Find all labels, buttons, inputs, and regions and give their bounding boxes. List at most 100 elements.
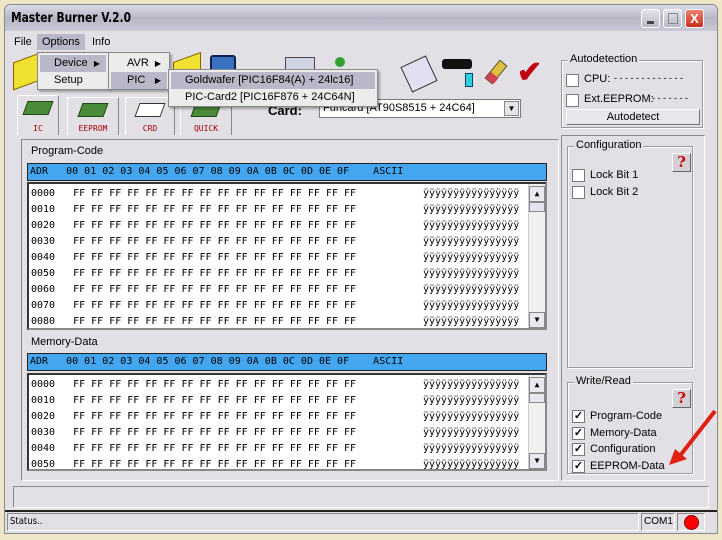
autodetect-button[interactable]: Autodetect <box>566 109 700 125</box>
row-ascii: ÿÿÿÿÿÿÿÿÿÿÿÿÿÿÿÿ <box>423 395 520 406</box>
menu-item-avr[interactable]: AVR ▶ <box>111 55 167 72</box>
title-bar: Master Burner V.2.0 X <box>5 5 717 31</box>
table-row[interactable]: 0030 FF FF FF FF FF FF FF FF FF FF FF FF … <box>31 234 519 250</box>
write-read-label: Program-Code <box>590 410 663 422</box>
chip-icon[interactable] <box>442 59 472 69</box>
row-bytes: FF FF FF FF FF FF FF FF FF FF FF FF FF F… <box>73 427 357 438</box>
row-address: 0070 <box>31 300 56 311</box>
table-row[interactable]: 0080 FF FF FF FF FF FF FF FF FF FF FF FF … <box>31 314 519 328</box>
row-bytes: FF FF FF FF FF FF FF FF FF FF FF FF FF F… <box>73 379 357 390</box>
menu-file[interactable]: File <box>9 34 37 50</box>
menu-item-setup[interactable]: Setup <box>40 72 106 89</box>
port-pane: COM1 <box>641 513 675 531</box>
program-code-header: ADR 00 01 02 03 04 05 06 07 08 09 0A 0B … <box>27 163 547 181</box>
table-row[interactable]: 0050 FF FF FF FF FF FF FF FF FF FF FF FF … <box>31 266 519 282</box>
table-row[interactable]: 0050 FF FF FF FF FF FF FF FF FF FF FF FF … <box>31 457 519 469</box>
transfer-icon[interactable] <box>465 73 473 87</box>
program-code-grid[interactable]: 0080 FF FF FF FF FF FF FF FF FF FF FF FF … <box>27 182 547 330</box>
row-bytes: FF FF FF FF FF FF FF FF FF FF FF FF FF F… <box>73 204 357 215</box>
window-title: Master Burner V.2.0 <box>11 11 132 26</box>
chevron-down-icon[interactable]: ▼ <box>504 101 519 116</box>
row-ascii: ÿÿÿÿÿÿÿÿÿÿÿÿÿÿÿÿ <box>423 459 520 470</box>
table-row[interactable]: 0020 FF FF FF FF FF FF FF FF FF FF FF FF … <box>31 218 519 234</box>
memory-data-title: Memory-Data <box>31 336 98 348</box>
write-read-checkbox[interactable]: ✓ <box>572 426 585 440</box>
row-ascii: ÿÿÿÿÿÿÿÿÿÿÿÿÿÿÿÿ <box>423 316 520 327</box>
configuration-title: Configuration <box>574 139 644 151</box>
row-bytes: FF FF FF FF FF FF FF FF FF FF FF FF FF F… <box>73 443 357 454</box>
table-row[interactable]: 0060 FF FF FF FF FF FF FF FF FF FF FF FF … <box>31 282 519 298</box>
table-row[interactable]: 0040 FF FF FF FF FF FF FF FF FF FF FF FF … <box>31 250 519 266</box>
menu-item-device[interactable]: Device ▶ <box>40 55 106 72</box>
write-read-label: EEPROM-Data <box>590 459 665 472</box>
scroll-thumb[interactable] <box>529 202 545 212</box>
lock-bit-1-checkbox[interactable] <box>572 169 585 182</box>
tab-eeprom[interactable]: EEPROM <box>67 97 119 135</box>
configuration-help-button[interactable]: ? <box>672 153 691 172</box>
edit-icon[interactable] <box>400 55 438 93</box>
row-ascii: ÿÿÿÿÿÿÿÿÿÿÿÿÿÿÿÿ <box>423 252 520 263</box>
verify-check-icon[interactable]: ✔ <box>517 58 553 88</box>
program-code-title: Program-Code <box>31 145 104 157</box>
menu-info[interactable]: Info <box>87 34 115 50</box>
status-pane: Status.. <box>7 513 639 531</box>
menu-item-pic[interactable]: PIC ▶ <box>111 72 167 89</box>
table-row[interactable]: 0070 FF FF FF FF FF FF FF FF FF FF FF FF … <box>31 298 519 314</box>
row-address: 0000 <box>31 379 56 390</box>
row-address: 0010 <box>31 395 56 406</box>
row-address: 0050 <box>31 268 56 279</box>
scroll-up-icon[interactable]: ▲ <box>529 186 545 202</box>
write-read-checkbox[interactable]: ✓ <box>572 459 585 473</box>
scroll-down-icon[interactable]: ▼ <box>529 453 545 469</box>
table-row[interactable]: 0030 FF FF FF FF FF FF FF FF FF FF FF FF … <box>31 425 519 441</box>
row-address: 0040 <box>31 443 56 454</box>
scroll-thumb[interactable] <box>529 393 545 403</box>
maximize-button[interactable] <box>663 9 682 28</box>
row-ascii: ÿÿÿÿÿÿÿÿÿÿÿÿÿÿÿÿ <box>423 284 520 295</box>
minimize-button[interactable] <box>641 9 660 28</box>
row-bytes: FF FF FF FF FF FF FF FF FF FF FF FF FF F… <box>73 316 357 327</box>
table-row[interactable]: 0010 FF FF FF FF FF FF FF FF FF FF FF FF … <box>31 393 519 409</box>
row-address: 0080 <box>31 316 56 327</box>
scroll-up-icon[interactable]: ▲ <box>529 377 545 393</box>
progress-bar <box>13 486 709 508</box>
lock-bit-1-label: Lock Bit 1 <box>590 169 639 181</box>
row-address: 0020 <box>31 220 56 231</box>
program-code-scrollbar[interactable]: ▲ ▼ <box>528 184 545 328</box>
write-read-checkbox[interactable]: ✓ <box>572 443 585 456</box>
cpu-checkbox[interactable] <box>566 74 579 87</box>
close-button[interactable]: X <box>685 9 704 28</box>
pic-submenu: Goldwafer [PIC16F84(A) + 24lc16] PIC-Car… <box>168 69 378 107</box>
row-address: 0030 <box>31 236 56 247</box>
table-row[interactable]: 0040 FF FF FF FF FF FF FF FF FF FF FF FF … <box>31 441 519 457</box>
table-row[interactable]: 0000 FF FF FF FF FF FF FF FF FF FF FF FF … <box>31 186 519 202</box>
lock-bit-2-checkbox[interactable] <box>572 186 585 199</box>
write-read-checkbox[interactable]: ✓ <box>572 410 585 423</box>
table-row[interactable]: 0020 FF FF FF FF FF FF FF FF FF FF FF FF … <box>31 409 519 425</box>
memory-data-header: ADR 00 01 02 03 04 05 06 07 08 09 0A 0B … <box>27 353 547 371</box>
cpu-value: - - - - - - - - - - - - - <box>614 73 683 83</box>
menu-item-goldwafer[interactable]: Goldwafer [PIC16F84(A) + 24lc16] <box>171 72 375 89</box>
ext-eeprom-label: Ext.EEPROM: <box>584 93 654 105</box>
row-ascii: ÿÿÿÿÿÿÿÿÿÿÿÿÿÿÿÿ <box>423 236 520 247</box>
table-row[interactable]: 0010 FF FF FF FF FF FF FF FF FF FF FF FF … <box>31 202 519 218</box>
menu-bar: File Options Info <box>7 32 715 51</box>
memory-data-scrollbar[interactable]: ▲ ▼ <box>528 375 545 469</box>
options-menu: Device ▶ Setup <box>37 52 109 90</box>
connect-icon[interactable] <box>335 57 345 67</box>
row-bytes: FF FF FF FF FF FF FF FF FF FF FF FF FF F… <box>73 188 357 199</box>
row-address: 0020 <box>31 411 56 422</box>
erase-icon[interactable] <box>483 59 509 86</box>
row-ascii: ÿÿÿÿÿÿÿÿÿÿÿÿÿÿÿÿ <box>423 443 520 454</box>
status-led-icon <box>684 515 699 530</box>
table-row[interactable]: 0000 FF FF FF FF FF FF FF FF FF FF FF FF … <box>31 377 519 393</box>
menu-item-pic-card2[interactable]: PIC-Card2 [PIC16F876 + 24C64N] <box>171 89 375 106</box>
row-bytes: FF FF FF FF FF FF FF FF FF FF FF FF FF F… <box>73 220 357 231</box>
row-bytes: FF FF FF FF FF FF FF FF FF FF FF FF FF F… <box>73 395 357 406</box>
scroll-down-icon[interactable]: ▼ <box>529 312 545 328</box>
app-window: Master Burner V.2.0 X File Options Info … <box>4 4 718 534</box>
memory-data-grid[interactable]: 0050 FF FF FF FF FF FF FF FF FF FF FF FF … <box>27 373 547 471</box>
tab-ic[interactable]: IC <box>17 95 59 135</box>
menu-options[interactable]: Options <box>37 34 85 50</box>
ext-eeprom-checkbox[interactable] <box>566 94 579 107</box>
